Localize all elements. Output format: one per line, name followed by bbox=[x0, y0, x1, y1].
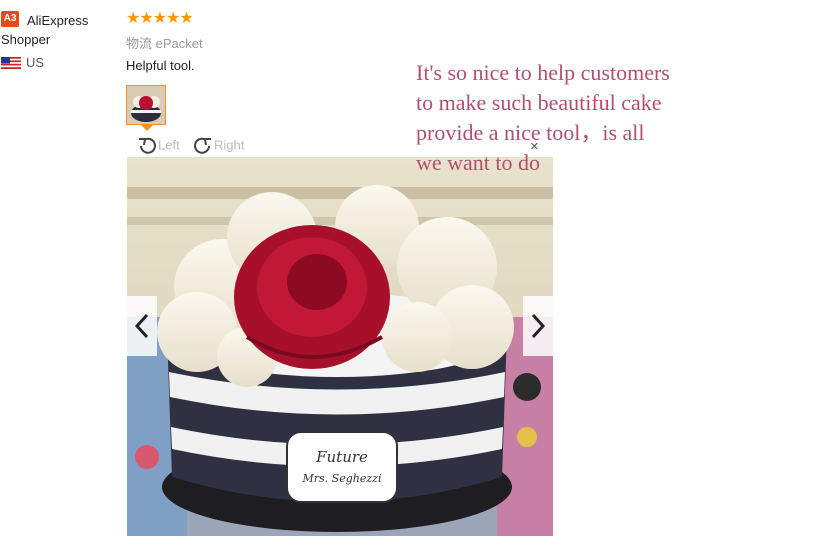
rotate-right-icon bbox=[194, 137, 211, 154]
rotate-left-label: Left bbox=[158, 137, 180, 153]
reviewer-country: US bbox=[26, 55, 45, 70]
chevron-left-icon bbox=[134, 313, 149, 339]
chevron-right-icon bbox=[531, 313, 546, 339]
thumbnail-selected-indicator bbox=[141, 125, 153, 131]
promo-overlay-text: It's so nice to help customers to make s… bbox=[416, 60, 670, 175]
cake-thumbnail-image bbox=[127, 86, 165, 124]
rotate-right-button[interactable]: Right bbox=[192, 136, 244, 156]
us-flag-icon bbox=[1, 57, 21, 69]
cake-photo-image: Future Mrs. Seghezzi bbox=[127, 157, 553, 536]
rotate-left-button[interactable]: Left bbox=[136, 136, 180, 156]
rotate-left-icon bbox=[139, 137, 156, 154]
previous-photo-button[interactable] bbox=[127, 296, 157, 356]
review-text: Helpful tool. bbox=[126, 58, 195, 73]
shipping-label: 物流 bbox=[126, 36, 153, 51]
review-photo-thumbnail[interactable] bbox=[126, 85, 166, 125]
reviewer-name: AliExpress Shopper bbox=[1, 13, 89, 47]
next-photo-button[interactable] bbox=[523, 296, 553, 356]
rating-stars: ★★★★★ bbox=[126, 10, 194, 27]
rotate-right-label: Right bbox=[214, 137, 245, 153]
cake-plaque-line2: Mrs. Seghezzi bbox=[302, 472, 382, 485]
shipping-info: 物流 ePacket bbox=[126, 33, 203, 52]
review-photo: Future Mrs. Seghezzi bbox=[127, 157, 553, 536]
shipping-method: ePacket bbox=[155, 36, 203, 51]
cake-plaque-line1: Future bbox=[315, 448, 368, 466]
